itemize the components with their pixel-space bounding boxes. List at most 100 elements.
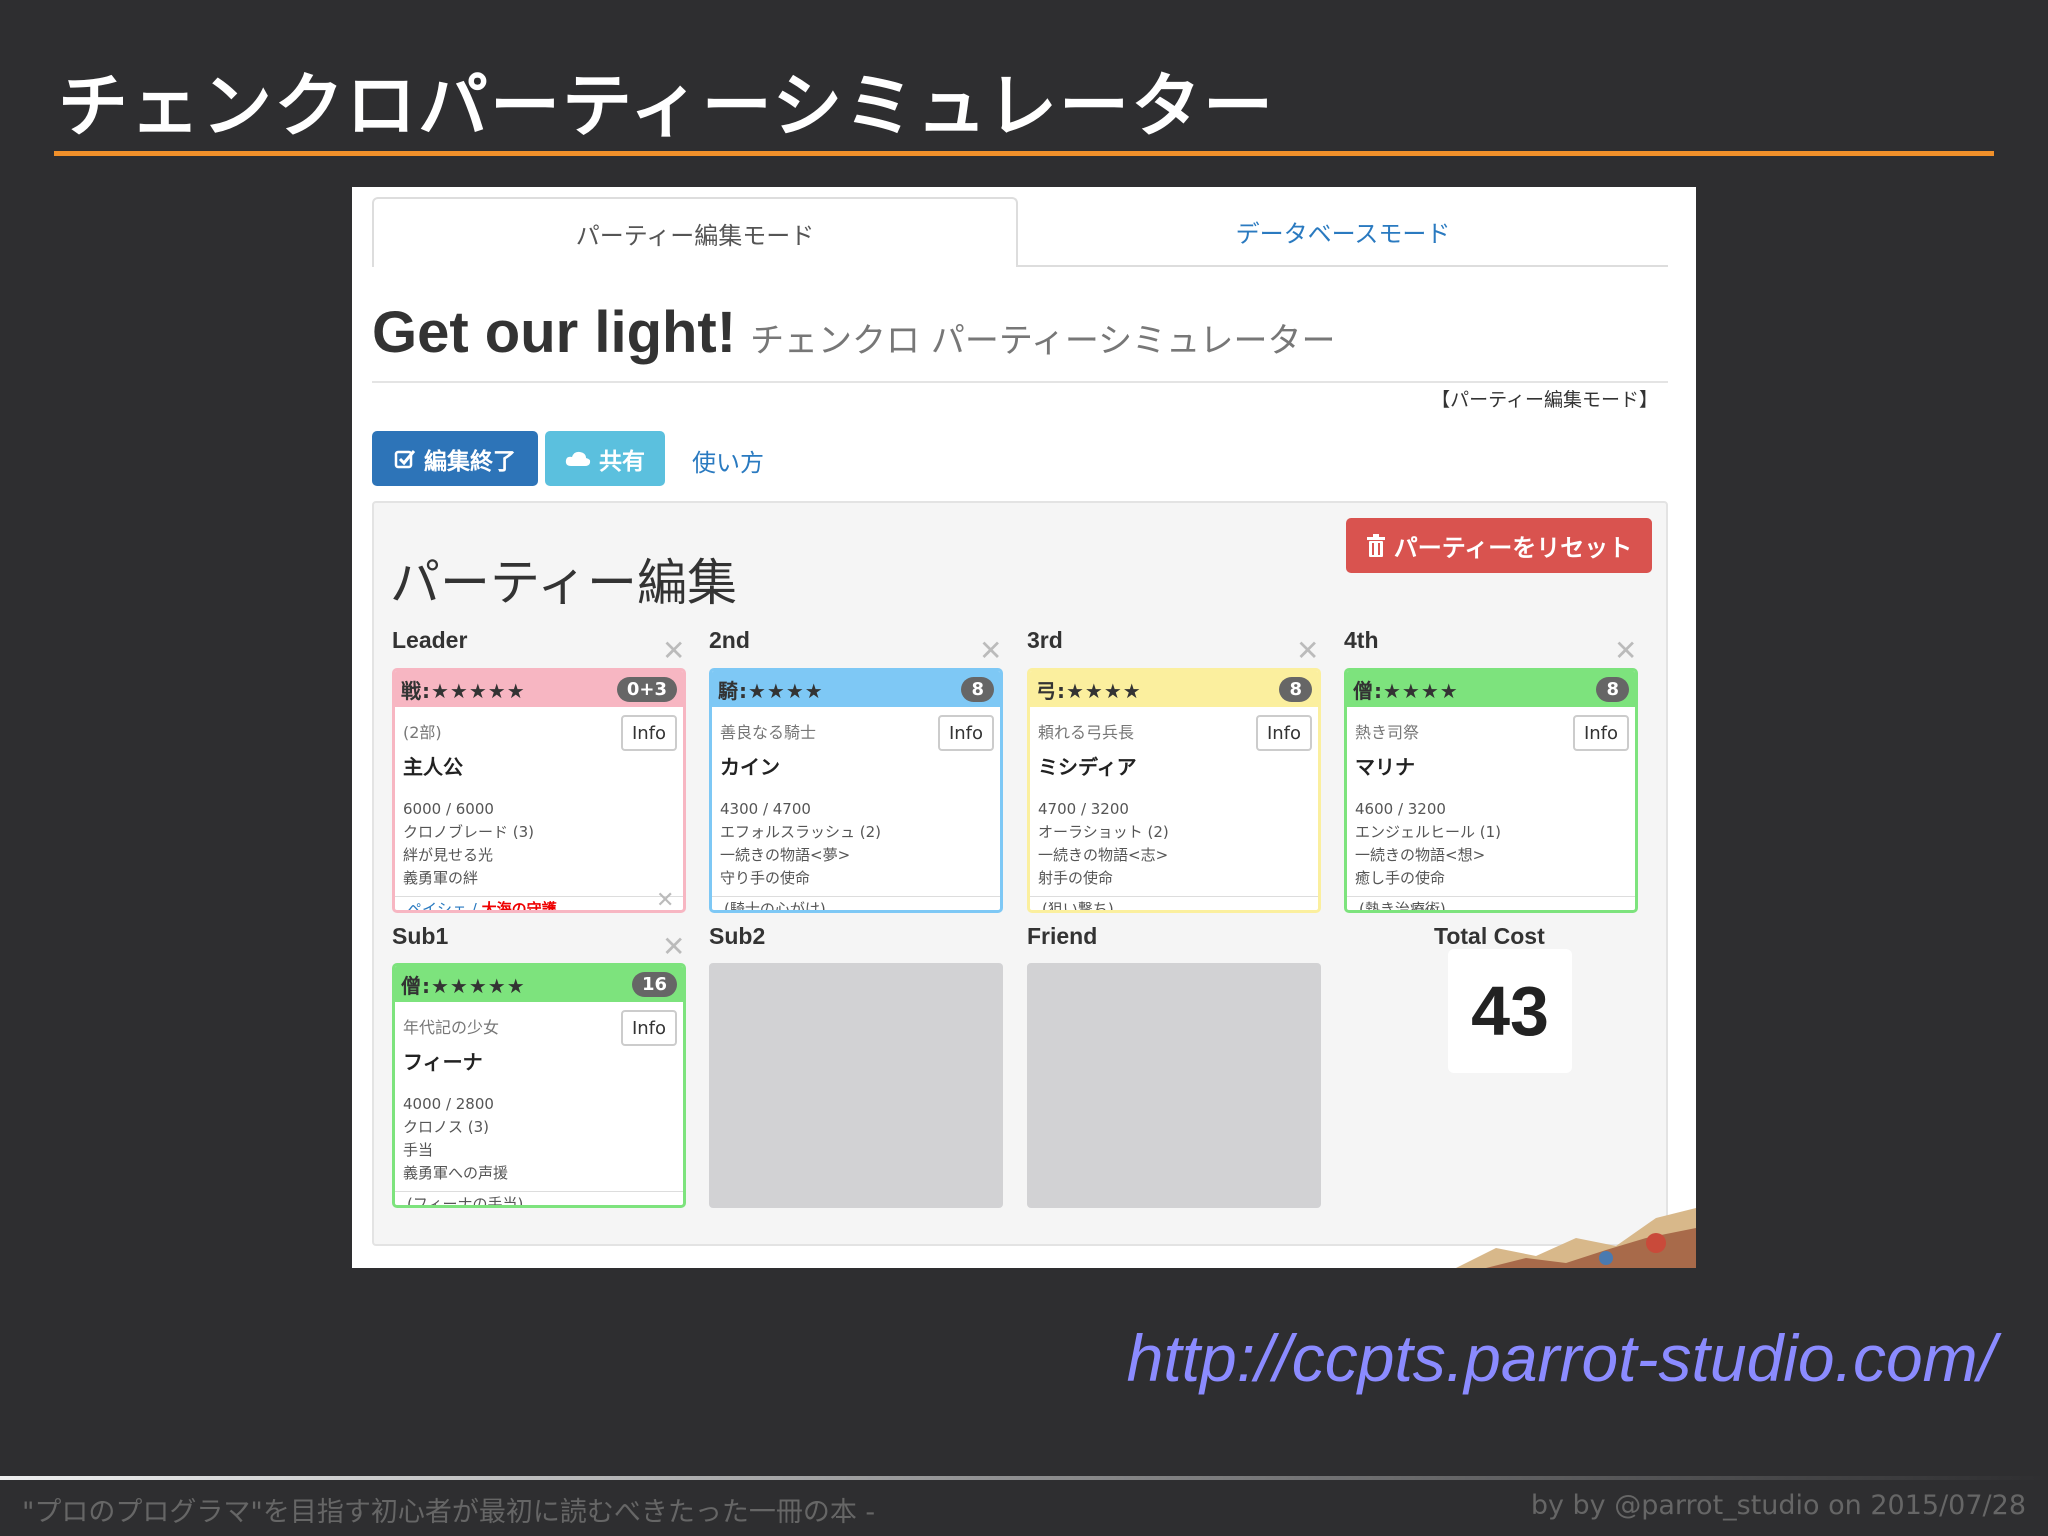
total-cost-label: Total Cost <box>1434 923 1545 949</box>
remove-equipment-icon[interactable]: ✕ <box>656 890 674 912</box>
cost-badge: 16 <box>631 971 677 997</box>
ability-1: 手当 <box>403 1141 434 1159</box>
ability-2: 義勇軍への声援 <box>403 1164 509 1182</box>
skill: エンジェルヒール (1) <box>1355 823 1502 841</box>
character-card-3rd[interactable]: 弓:★★★★ 8 Info 頼れる弓兵長 ミシディア 4700 / 3200 オ… <box>1027 668 1321 913</box>
special-ability: (狙い撃ち) <box>1030 896 1318 910</box>
card-body: Info 頼れる弓兵長 ミシディア 4700 / 3200 オーラショット (2… <box>1030 707 1318 896</box>
card-header: 僧:★★★★★ 16 <box>395 966 683 1002</box>
equipment-effect: 大海の守護 <box>481 900 557 913</box>
skill: オーラショット (2) <box>1038 823 1169 841</box>
footer-author: by by @parrot_studio on 2015/07/28 <box>1530 1490 2026 1521</box>
cloud-icon <box>565 451 591 466</box>
remove-4th-icon[interactable]: ✕ <box>1614 637 1637 665</box>
cost-badge: 8 <box>961 676 994 702</box>
edit-done-label: 編集終了 <box>424 448 516 475</box>
info-button[interactable]: Info <box>621 715 677 751</box>
skill: クロノブレード (3) <box>403 823 535 841</box>
character-name: カイン <box>720 755 780 779</box>
app-screenshot: パーティー編集モード データベースモード Get our light! チェンクロ… <box>352 187 1696 1268</box>
hp-atk: 4300 / 4700 <box>720 800 811 818</box>
cost-badge: 8 <box>1279 676 1312 702</box>
site-url-link[interactable]: http://ccpts.parrot-studio.com/ <box>1127 1320 1996 1396</box>
info-button[interactable]: Info <box>938 715 994 751</box>
share-label: 共有 <box>599 448 645 475</box>
card-header: 騎:★★★★ 8 <box>712 671 1000 707</box>
info-button[interactable]: Info <box>621 1010 677 1046</box>
info-button[interactable]: Info <box>1573 715 1629 751</box>
total-cost-value: 43 <box>1448 949 1572 1073</box>
card-header: 弓:★★★★ 8 <box>1030 671 1318 707</box>
app-heading: Get our light! チェンクロ パーティーシミュレーター <box>372 299 1335 366</box>
character-card-2nd[interactable]: 騎:★★★★ 8 Info 善良なる騎士 カイン 4300 / 4700 エフォ… <box>709 668 1003 913</box>
card-body: Info 善良なる騎士 カイン 4300 / 4700 エフォルスラッシュ (2… <box>712 707 1000 896</box>
reset-party-label: パーティーをリセット <box>1393 534 1633 562</box>
hp-atk: 6000 / 6000 <box>403 800 494 818</box>
panel-title: パーティー編集 <box>390 554 737 612</box>
heading-divider <box>372 381 1668 383</box>
skill: クロノス (3) <box>403 1118 490 1136</box>
remove-3rd-icon[interactable]: ✕ <box>1296 637 1319 665</box>
card-body: Info 年代記の少女 フィーナ 4000 / 2800 クロノス (3) 手当… <box>395 1002 683 1191</box>
card-body: Info (2部) 主人公 6000 / 6000 クロノブレード (3) 絆が… <box>395 707 683 896</box>
slot-label-3rd: 3rd <box>1027 627 1063 653</box>
class-rarity: 騎:★★★★ <box>718 678 824 703</box>
card-body: Info 熱き司祭 マリナ 4600 / 3200 エンジェルヒール (1) 一… <box>1347 707 1635 896</box>
empty-slot-sub2[interactable] <box>709 963 1003 1208</box>
class-rarity: 戦:★★★★★ <box>401 678 526 703</box>
mode-label: 【パーティー編集モード】 <box>1431 389 1658 411</box>
character-name: フィーナ <box>403 1050 483 1074</box>
equipment-name[interactable]: ペイシェ / <box>407 900 482 910</box>
hp-atk: 4600 / 3200 <box>1355 800 1446 818</box>
equipment-line: ペイシェ / 大海の守護 <box>395 896 683 913</box>
footer-divider <box>0 1476 2048 1480</box>
character-card-leader[interactable]: 戦:★★★★★ 0+3 Info (2部) 主人公 6000 / 6000 クロ… <box>392 668 686 913</box>
tab-party-edit[interactable]: パーティー編集モード <box>372 197 1018 267</box>
cost-badge: 8 <box>1596 676 1629 702</box>
ability-1: 一続きの物語<想> <box>1355 846 1486 864</box>
skill: エフォルスラッシュ (2) <box>720 823 882 841</box>
party-edit-panel: パーティーをリセット パーティー編集 Leader 2nd 3rd 4th ✕ … <box>372 501 1668 1246</box>
reset-party-button[interactable]: パーティーをリセット <box>1346 518 1652 573</box>
slot-label-sub2: Sub2 <box>709 923 766 949</box>
info-button[interactable]: Info <box>1256 715 1312 751</box>
remove-sub1-icon[interactable]: ✕ <box>662 933 685 961</box>
edit-done-button[interactable]: 編集終了 <box>372 431 538 486</box>
ability-1: 一続きの物語<志> <box>1038 846 1169 864</box>
app-heading-main: Get our light! <box>372 300 737 365</box>
slot-label-leader: Leader <box>392 627 468 653</box>
app-heading-sub: チェンクロ パーティーシミュレーター <box>750 321 1336 361</box>
remove-2nd-icon[interactable]: ✕ <box>979 637 1002 665</box>
corner-artwork <box>1456 1208 1696 1268</box>
character-card-4th[interactable]: 僧:★★★★ 8 Info 熱き司祭 マリナ 4600 / 3200 エンジェル… <box>1344 668 1638 913</box>
hp-atk: 4700 / 3200 <box>1038 800 1129 818</box>
how-to-link[interactable]: 使い方 <box>692 443 764 478</box>
class-rarity: 弓:★★★★ <box>1036 678 1142 703</box>
empty-slot-friend[interactable] <box>1027 963 1321 1208</box>
slide-title: チェンクロパーティーシミュレーター <box>58 65 1275 147</box>
title-underline <box>54 151 1994 156</box>
class-rarity: 僧:★★★★★ <box>401 973 526 998</box>
class-rarity: 僧:★★★★ <box>1353 678 1459 703</box>
cost-badge: 0+3 <box>616 676 677 702</box>
card-header: 僧:★★★★ 8 <box>1347 671 1635 707</box>
remove-leader-icon[interactable]: ✕ <box>662 637 685 665</box>
character-name: マリナ <box>1355 755 1415 779</box>
ability-1: 絆が見せる光 <box>403 846 494 864</box>
edit-check-icon <box>394 449 416 468</box>
slot-label-sub1: Sub1 <box>392 923 449 949</box>
slot-label-4th: 4th <box>1344 627 1379 653</box>
special-ability: (フィーナの手当) <box>395 1191 683 1205</box>
ability-2: 射手の使命 <box>1038 869 1114 887</box>
ability-2: 義勇軍の絆 <box>403 869 479 887</box>
tab-database[interactable]: データベースモード <box>1018 197 1668 267</box>
hp-atk: 4000 / 2800 <box>403 1095 494 1113</box>
share-button[interactable]: 共有 <box>545 431 665 486</box>
special-ability: (騎士の心がけ) <box>712 896 1000 910</box>
special-ability: (熱き治療術) <box>1347 896 1635 910</box>
character-name: ミシディア <box>1038 755 1137 779</box>
character-card-sub1[interactable]: 僧:★★★★★ 16 Info 年代記の少女 フィーナ 4000 / 2800 … <box>392 963 686 1208</box>
trash-icon <box>1366 533 1385 557</box>
slot-label-2nd: 2nd <box>709 627 750 653</box>
ability-2: 癒し手の使命 <box>1355 869 1446 887</box>
